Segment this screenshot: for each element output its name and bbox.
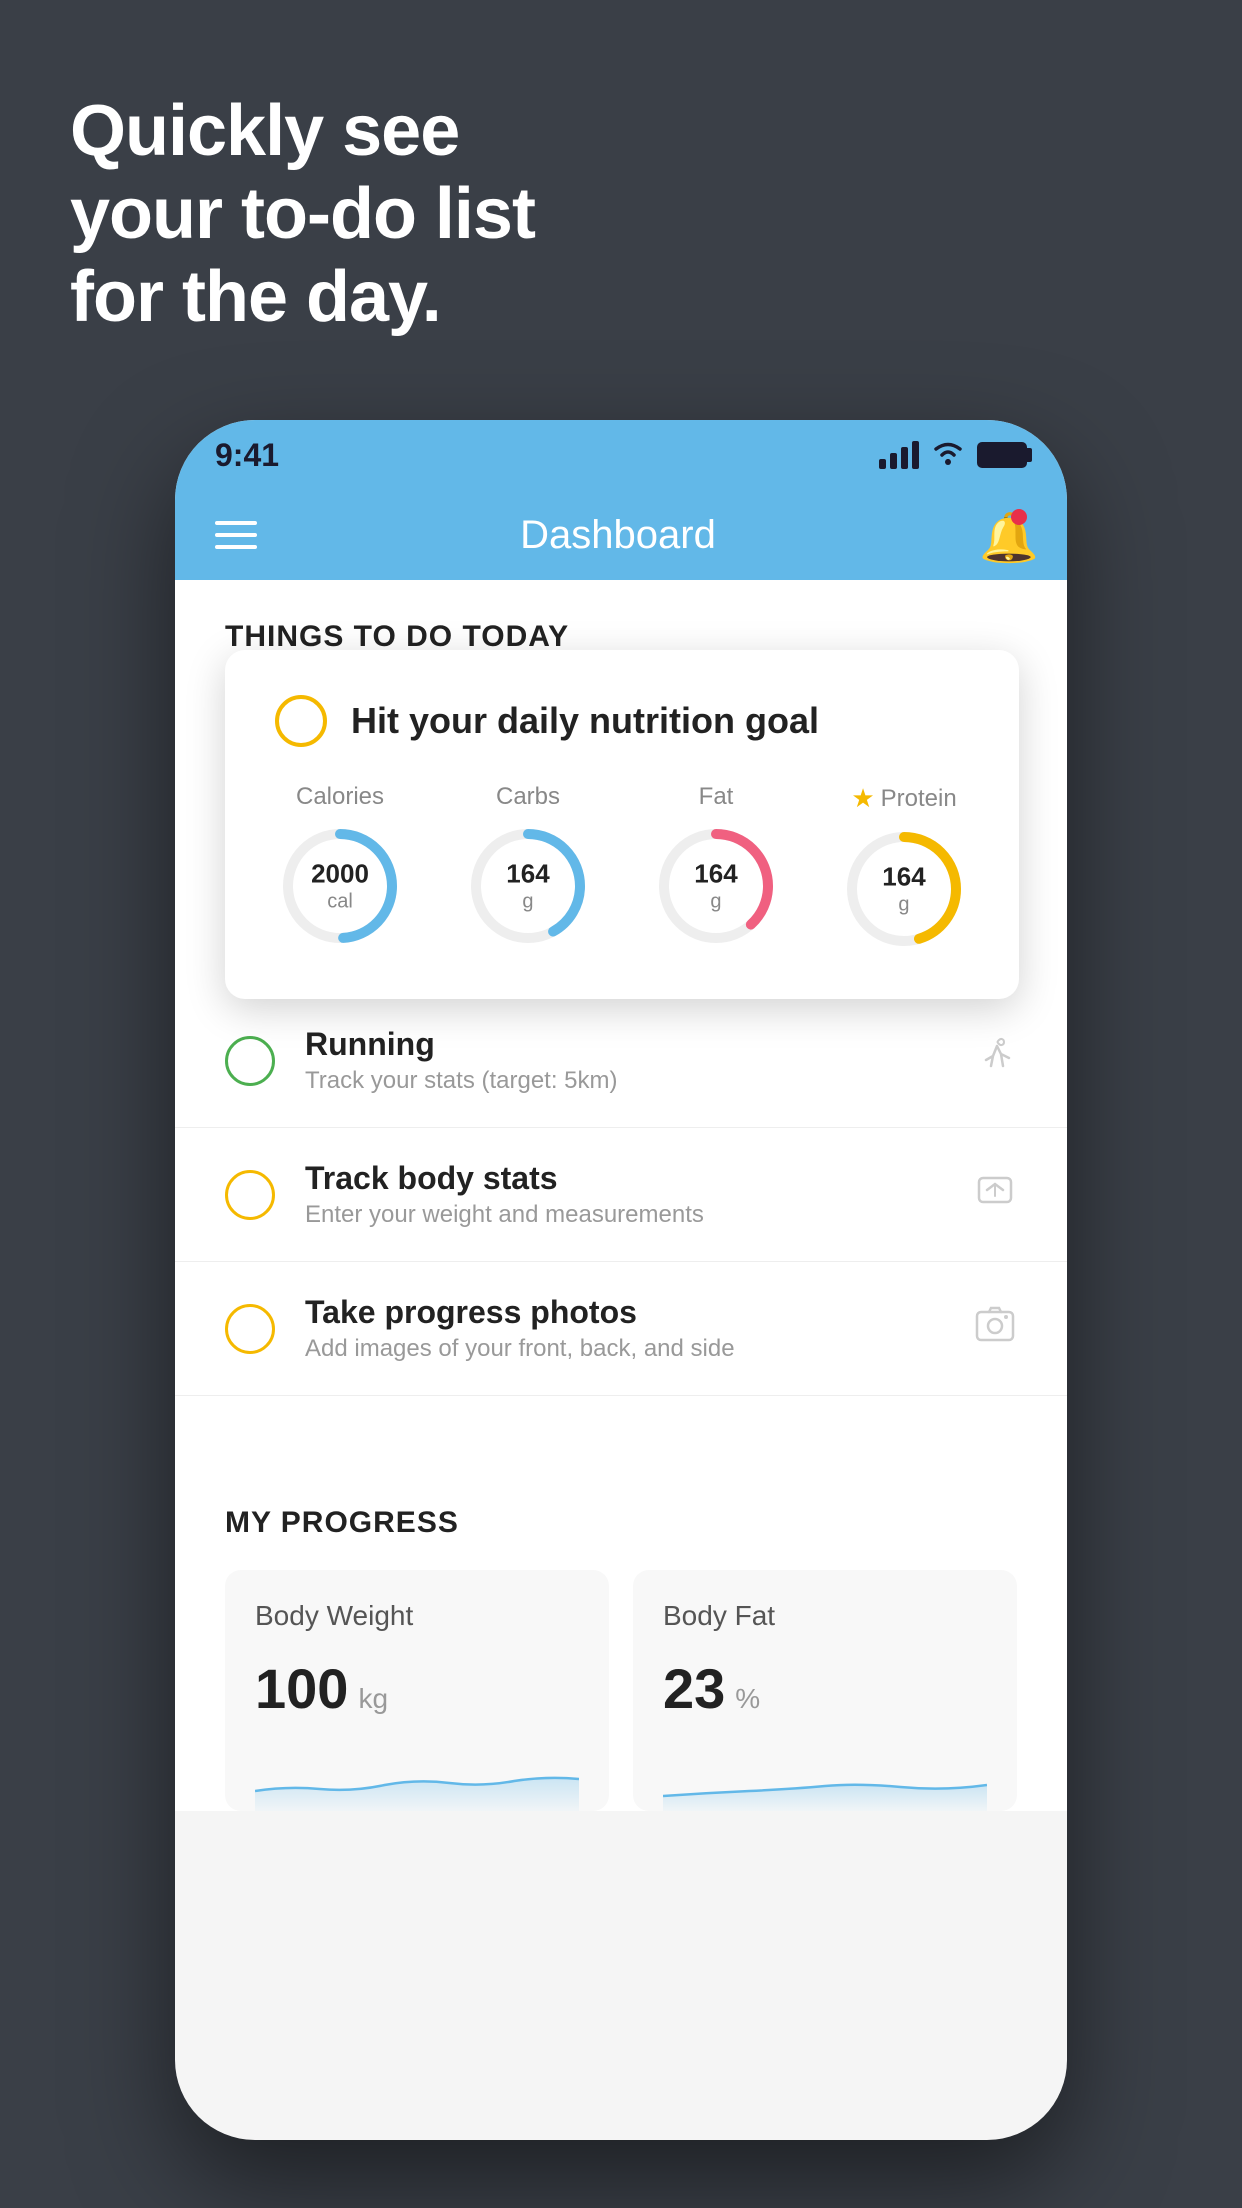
- todo-check-photos: [225, 1304, 275, 1354]
- todo-check-running: [225, 1036, 275, 1086]
- wifi-icon: [931, 439, 965, 472]
- body-fat-sparkline: [663, 1741, 987, 1811]
- calories-unit: cal: [311, 890, 369, 914]
- status-icons: [879, 439, 1027, 472]
- bell-icon: 🔔: [979, 512, 1039, 565]
- body-weight-sparkline: [255, 1741, 579, 1811]
- progress-section: MY PROGRESS Body Weight 100 kg: [175, 1456, 1067, 1811]
- nutrition-protein: ★ Protein 164 g: [839, 783, 969, 954]
- carbs-donut: 164 g: [463, 821, 593, 951]
- nutrition-carbs: Carbs 164 g: [463, 783, 593, 954]
- protein-label-row: ★ Protein: [851, 783, 956, 814]
- nav-title: Dashboard: [520, 513, 716, 558]
- carbs-value: 164: [506, 858, 549, 889]
- body-weight-value-row: 100 kg: [255, 1656, 579, 1721]
- card-title-row: Hit your daily nutrition goal: [275, 695, 969, 747]
- notification-button[interactable]: 🔔: [979, 509, 1027, 561]
- fat-unit: g: [694, 890, 737, 914]
- protein-label: Protein: [881, 785, 957, 813]
- todo-check-body-stats: [225, 1170, 275, 1220]
- nutrition-card: Hit your daily nutrition goal Calories 2…: [225, 650, 1019, 999]
- body-fat-card: Body Fat 23 %: [633, 1570, 1017, 1811]
- notification-badge: [1011, 509, 1027, 525]
- hero-line3: for the day.: [70, 256, 535, 339]
- todo-item-photos[interactable]: Take progress photos Add images of your …: [175, 1262, 1067, 1396]
- body-fat-value: 23: [663, 1656, 725, 1721]
- protein-donut: 164 g: [839, 824, 969, 954]
- calories-label: Calories: [296, 783, 384, 811]
- todo-text-body-stats: Track body stats Enter your weight and m…: [305, 1160, 943, 1229]
- fat-label: Fat: [699, 783, 734, 811]
- todo-text-running: Running Track your stats (target: 5km): [305, 1026, 943, 1095]
- menu-button[interactable]: [215, 521, 257, 549]
- body-fat-value-row: 23 %: [663, 1656, 987, 1721]
- nutrition-check: [275, 695, 327, 747]
- status-bar: 9:41: [175, 420, 1067, 490]
- hero-line1: Quickly see: [70, 90, 535, 173]
- todo-subtitle-body-stats: Enter your weight and measurements: [305, 1201, 943, 1229]
- signal-icon: [879, 441, 919, 469]
- carbs-unit: g: [506, 890, 549, 914]
- carbs-label: Carbs: [496, 783, 560, 811]
- scale-icon: [973, 1170, 1017, 1220]
- todo-title-photos: Take progress photos: [305, 1294, 943, 1331]
- todo-item-body-stats[interactable]: Track body stats Enter your weight and m…: [175, 1128, 1067, 1262]
- progress-header: MY PROGRESS: [225, 1506, 1017, 1540]
- body-weight-title: Body Weight: [255, 1600, 579, 1632]
- photo-icon: [973, 1304, 1017, 1354]
- nutrition-card-title: Hit your daily nutrition goal: [351, 700, 819, 742]
- hero-line2: your to-do list: [70, 173, 535, 256]
- nutrition-fat: Fat 164 g: [651, 783, 781, 954]
- progress-cards: Body Weight 100 kg: [225, 1570, 1017, 1811]
- body-fat-title: Body Fat: [663, 1600, 987, 1632]
- fat-donut: 164 g: [651, 821, 781, 951]
- running-icon: [973, 1036, 1017, 1086]
- calories-donut: 2000 cal: [275, 821, 405, 951]
- todo-text-photos: Take progress photos Add images of your …: [305, 1294, 943, 1363]
- carbs-value-center: 164 g: [506, 858, 549, 913]
- protein-value-center: 164 g: [882, 861, 925, 916]
- fat-value: 164: [694, 858, 737, 889]
- battery-icon: [977, 442, 1027, 468]
- status-time: 9:41: [215, 437, 279, 474]
- body-weight-value: 100: [255, 1656, 348, 1721]
- body-weight-card: Body Weight 100 kg: [225, 1570, 609, 1811]
- body-fat-unit: %: [735, 1683, 760, 1715]
- nutrition-calories: Calories 2000 cal: [275, 783, 405, 954]
- todo-subtitle-running: Track your stats (target: 5km): [305, 1067, 943, 1095]
- todo-item-running[interactable]: Running Track your stats (target: 5km): [175, 994, 1067, 1128]
- nutrition-grid: Calories 2000 cal Carbs: [275, 783, 969, 954]
- todo-subtitle-photos: Add images of your front, back, and side: [305, 1335, 943, 1363]
- body-weight-unit: kg: [358, 1683, 388, 1715]
- todo-title-running: Running: [305, 1026, 943, 1063]
- protein-unit: g: [882, 893, 925, 917]
- calories-value-center: 2000 cal: [311, 858, 369, 913]
- phone-frame: 9:41 Dashboa: [175, 420, 1067, 2140]
- hero-text: Quickly see your to-do list for the day.: [70, 90, 535, 338]
- todo-title-body-stats: Track body stats: [305, 1160, 943, 1197]
- star-icon: ★: [851, 783, 874, 814]
- calories-value: 2000: [311, 858, 369, 889]
- protein-value: 164: [882, 861, 925, 892]
- nav-bar: Dashboard 🔔: [175, 490, 1067, 580]
- fat-value-center: 164 g: [694, 858, 737, 913]
